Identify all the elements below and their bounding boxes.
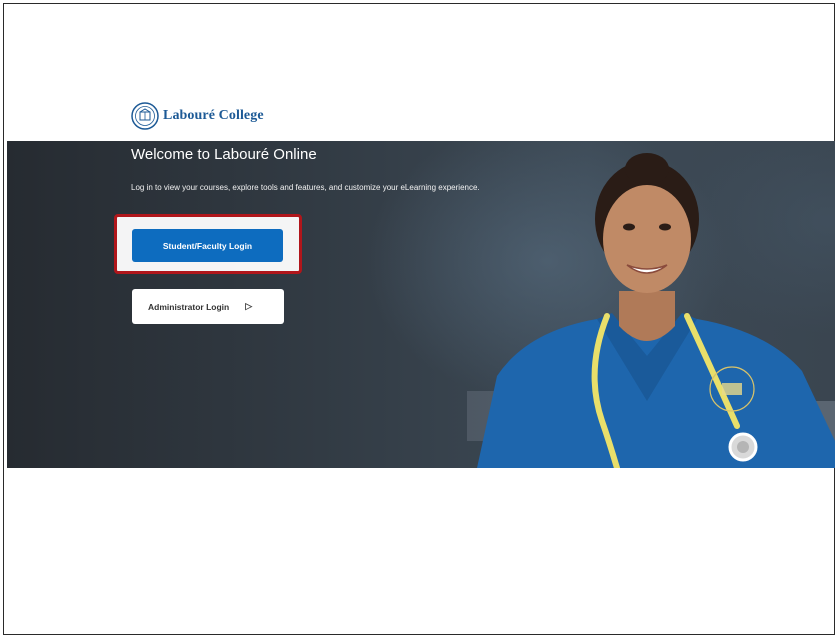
hero-banner: Welcome to Labouré Online Log in to view…	[7, 141, 835, 468]
nurse-photo	[467, 153, 835, 468]
college-logo[interactable]: Labouré College	[131, 101, 264, 131]
brand-name: Labouré College	[163, 108, 264, 123]
page-title: Welcome to Labouré Online	[131, 146, 317, 163]
college-seal-icon	[131, 102, 159, 130]
play-arrow-icon: ▷	[245, 301, 253, 311]
hero-subtitle: Log in to view your courses, explore too…	[131, 183, 480, 192]
administrator-login-label: Administrator Login	[148, 301, 230, 312]
administrator-login-button[interactable]: Administrator Login ▷	[132, 289, 284, 324]
student-faculty-login-button[interactable]: Student/Faculty Login	[132, 229, 283, 262]
